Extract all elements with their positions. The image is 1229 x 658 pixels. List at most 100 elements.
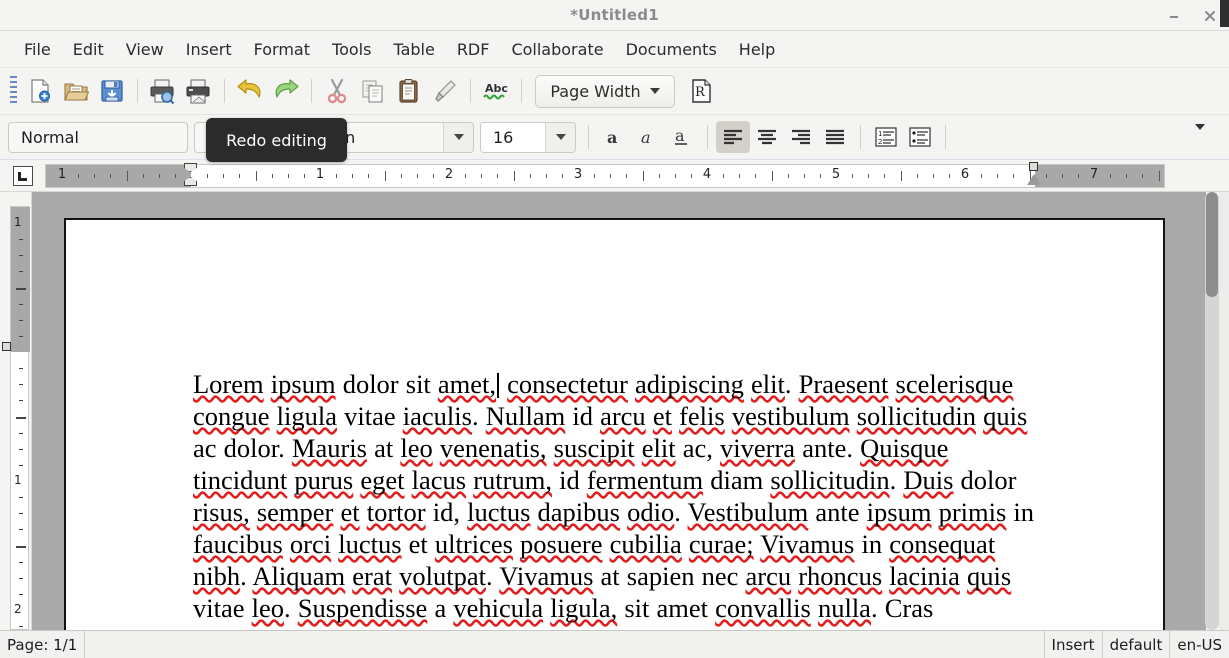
align-justify-button[interactable] bbox=[818, 121, 852, 153]
right-indent-marker[interactable] bbox=[1027, 174, 1041, 185]
misspelled-word: Duis bbox=[903, 465, 953, 495]
menu-view[interactable]: View bbox=[116, 37, 174, 62]
ruler-tick bbox=[19, 368, 23, 369]
document-page[interactable]: Lorem ipsum dolor sit amet, consectetur … bbox=[64, 218, 1165, 630]
bulleted-list-button[interactable] bbox=[903, 121, 937, 153]
menu-edit[interactable]: Edit bbox=[63, 37, 114, 62]
toolbar-overflow-button[interactable] bbox=[1195, 130, 1205, 149]
menu-insert[interactable]: Insert bbox=[176, 37, 242, 62]
zoom-level-label: Page Width bbox=[550, 82, 640, 101]
new-document-icon[interactable] bbox=[22, 73, 58, 109]
ruler-tick bbox=[1062, 174, 1063, 178]
paste-icon[interactable] bbox=[391, 73, 427, 109]
vertical-ruler-strip[interactable]: 112 bbox=[10, 206, 29, 630]
redo-icon[interactable] bbox=[268, 73, 304, 109]
copy-icon[interactable] bbox=[355, 73, 391, 109]
document-word bbox=[360, 497, 367, 527]
paragraph-style-dropdown[interactable]: Normal bbox=[8, 122, 188, 153]
ruler-tick bbox=[385, 171, 386, 181]
misspelled-word: primis bbox=[939, 497, 1007, 527]
format-painter-icon[interactable] bbox=[427, 73, 463, 109]
toolbar-grip[interactable] bbox=[10, 76, 17, 106]
bold-button[interactable]: a bbox=[597, 121, 631, 153]
document-word bbox=[547, 433, 554, 463]
status-insert-mode[interactable]: Insert bbox=[1044, 631, 1102, 658]
menu-file[interactable]: File bbox=[14, 37, 61, 62]
svg-text:a: a bbox=[607, 128, 617, 147]
close-icon[interactable] bbox=[1199, 5, 1221, 27]
ruler-tick bbox=[143, 174, 144, 178]
menu-documents[interactable]: Documents bbox=[616, 37, 727, 62]
misspelled-word: venenatis, bbox=[440, 433, 547, 463]
menu-tools[interactable]: Tools bbox=[322, 37, 381, 62]
undo-icon[interactable] bbox=[232, 73, 268, 109]
chevron-down-icon[interactable] bbox=[545, 123, 575, 152]
vertical-scrollbar-thumb[interactable] bbox=[1206, 192, 1218, 297]
status-language[interactable]: en-US bbox=[1169, 631, 1229, 658]
spellcheck-icon[interactable]: Abc bbox=[478, 73, 514, 109]
misspelled-word: cubilia bbox=[610, 529, 682, 559]
document-word bbox=[513, 529, 520, 559]
menu-collaborate[interactable]: Collaborate bbox=[501, 37, 613, 62]
writer-window: *Untitled1 File Edit View Insert Format … bbox=[0, 0, 1229, 658]
print-icon[interactable] bbox=[181, 73, 217, 109]
formatbar-separator bbox=[860, 125, 861, 149]
italic-button[interactable]: a bbox=[631, 121, 665, 153]
menu-table[interactable]: Table bbox=[383, 37, 444, 62]
open-folder-icon[interactable] bbox=[58, 73, 94, 109]
ruler-tick bbox=[239, 174, 240, 178]
horizontal-ruler-strip[interactable]: 11234567 bbox=[45, 164, 1165, 188]
ruler-tick bbox=[852, 174, 853, 178]
tab-stop-type-icon[interactable] bbox=[13, 166, 33, 186]
underline-button[interactable]: a bbox=[665, 121, 699, 153]
print-preview-icon[interactable] bbox=[145, 73, 181, 109]
zoom-level-dropdown[interactable]: Page Width bbox=[535, 75, 675, 108]
misspelled-word: elit bbox=[751, 369, 785, 399]
horizontal-ruler[interactable]: 11234567 bbox=[0, 160, 1229, 192]
font-size-dropdown[interactable]: 16 bbox=[480, 122, 576, 153]
chevron-down-icon[interactable] bbox=[443, 123, 473, 152]
menu-rdf[interactable]: RDF bbox=[447, 37, 500, 62]
misspelled-word: luctus bbox=[338, 529, 401, 559]
document-word: id, bbox=[426, 497, 468, 527]
ruler-tick bbox=[175, 174, 176, 178]
ruler-tick bbox=[691, 174, 692, 178]
menu-help[interactable]: Help bbox=[729, 37, 785, 62]
status-page-style[interactable]: default bbox=[1102, 631, 1170, 658]
misspelled-word: semper bbox=[257, 497, 334, 527]
menu-format[interactable]: Format bbox=[244, 37, 320, 62]
ruler-number: 2 bbox=[445, 167, 453, 182]
window-controls bbox=[1163, 0, 1221, 31]
misspelled-word: sollicitudin bbox=[857, 401, 976, 431]
document-word bbox=[530, 497, 537, 527]
top-margin-marker[interactable] bbox=[2, 342, 11, 351]
align-left-button[interactable] bbox=[716, 121, 750, 153]
ruler-tick bbox=[19, 594, 23, 595]
save-icon[interactable] bbox=[94, 73, 130, 109]
align-right-button[interactable] bbox=[784, 121, 818, 153]
menu-bar: File Edit View Insert Format Tools Table… bbox=[0, 31, 1229, 68]
document-word: . Cras bbox=[871, 593, 933, 623]
svg-text:2: 2 bbox=[878, 138, 882, 146]
document-text[interactable]: Lorem ipsum dolor sit amet, consectetur … bbox=[193, 368, 1041, 630]
ruler-tick bbox=[1013, 174, 1014, 178]
rdf-document-icon[interactable]: R bbox=[683, 73, 719, 109]
numbered-list-button[interactable]: 1 2 bbox=[869, 121, 903, 153]
font-size-value[interactable]: 16 bbox=[481, 123, 545, 152]
ruler-tick bbox=[16, 417, 26, 419]
document-canvas[interactable]: Lorem ipsum dolor sit amet, consectetur … bbox=[32, 192, 1206, 630]
misspelled-word: dapibus bbox=[538, 497, 620, 527]
misspelled-word: vestibulum bbox=[732, 401, 850, 431]
align-center-button[interactable] bbox=[750, 121, 784, 153]
misspelled-word: lacinia bbox=[889, 561, 960, 591]
misspelled-word: risus, bbox=[193, 497, 250, 527]
ruler-tick bbox=[16, 546, 26, 548]
vertical-ruler[interactable]: 112 bbox=[0, 192, 32, 630]
cut-icon[interactable] bbox=[319, 73, 355, 109]
misspelled-word: leo bbox=[400, 433, 432, 463]
minimize-icon[interactable] bbox=[1163, 5, 1185, 27]
right-indent-square[interactable] bbox=[1029, 162, 1038, 171]
standard-toolbar: Abc Page Width R bbox=[0, 68, 1229, 115]
misspelled-word: felis bbox=[679, 401, 725, 431]
vertical-scrollbar[interactable] bbox=[1205, 192, 1219, 630]
